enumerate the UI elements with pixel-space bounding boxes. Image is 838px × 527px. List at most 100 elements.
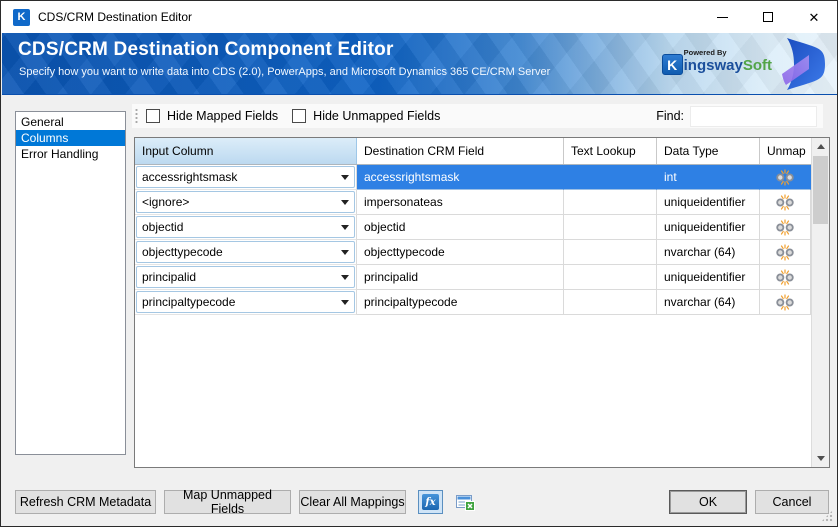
unmap-cell[interactable] <box>760 215 811 240</box>
sidebar-item-general[interactable]: General <box>16 114 125 130</box>
unmap-cell[interactable] <box>760 165 811 190</box>
destination-field-cell[interactable]: principaltypecode <box>357 290 564 315</box>
unmap-cell[interactable] <box>760 240 811 265</box>
combobox-value: principaltypecode <box>142 295 236 309</box>
mapping-grid: Input Column Destination CRM Field Text … <box>134 137 830 468</box>
input-column-cell: <ignore> <box>135 190 357 215</box>
input-column-cell: principalid <box>135 265 357 290</box>
data-type-cell: uniqueidentifier <box>657 215 760 240</box>
text-lookup-cell[interactable] <box>564 215 657 240</box>
hide-unmapped-checkbox[interactable] <box>292 109 307 123</box>
input-column-combobox[interactable]: principalid <box>136 266 355 288</box>
close-button[interactable]: ✕ <box>791 1 837 33</box>
unmap-link-icon[interactable] <box>774 168 796 186</box>
app-icon: K <box>13 8 30 26</box>
clear-all-mappings-button[interactable]: Clear All Mappings <box>299 490 406 514</box>
table-row: objectid objectid uniqueidentifier <box>135 215 811 240</box>
text-lookup-cell[interactable] <box>564 190 657 215</box>
expression-editor-button[interactable]: fx <box>418 490 443 514</box>
scrollbar-thumb[interactable] <box>813 156 828 224</box>
hide-mapped-label: Hide Mapped Fields <box>167 109 279 123</box>
unmap-link-icon[interactable] <box>774 243 796 261</box>
kingswaysoft-name: ingswaySoft <box>683 56 772 74</box>
input-column-combobox[interactable]: principaltypecode <box>136 291 355 313</box>
combobox-value: accessrightsmask <box>142 170 238 184</box>
combobox-value: <ignore> <box>142 195 190 209</box>
input-column-combobox[interactable]: objecttypecode <box>136 241 355 263</box>
text-lookup-cell[interactable] <box>564 265 657 290</box>
table-row: principalid principalid uniqueidentifier <box>135 265 811 290</box>
chevron-down-icon[interactable] <box>341 174 349 180</box>
refresh-crm-metadata-button[interactable]: Refresh CRM Metadata <box>15 490 156 514</box>
sidebar-item-columns[interactable]: Columns <box>16 130 125 146</box>
column-header-data-type[interactable]: Data Type <box>657 138 760 164</box>
unmap-cell[interactable] <box>760 265 811 290</box>
table-row: <ignore> impersonateas uniqueidentifier <box>135 190 811 215</box>
export-mappings-button[interactable] <box>452 491 478 513</box>
powered-by-label: Powered By <box>683 48 727 58</box>
unmap-cell[interactable] <box>760 290 811 315</box>
unmap-link-icon[interactable] <box>774 268 796 286</box>
input-column-cell: objecttypecode <box>135 240 357 265</box>
window-title: CDS/CRM Destination Editor <box>38 10 193 24</box>
destination-field-cell[interactable]: accessrightsmask <box>357 165 564 190</box>
input-column-cell: accessrightsmask <box>135 165 357 190</box>
unmap-link-icon[interactable] <box>774 293 796 311</box>
sidebar-item-error-handling[interactable]: Error Handling <box>16 146 125 162</box>
kingswaysoft-k-icon: K <box>661 54 683 75</box>
destination-field-cell[interactable]: principalid <box>357 265 564 290</box>
chevron-down-icon[interactable] <box>341 274 349 280</box>
page-subtitle: Specify how you want to write data into … <box>19 66 551 78</box>
unmap-link-icon[interactable] <box>774 218 796 236</box>
column-header-text-lookup[interactable]: Text Lookup <box>564 138 657 164</box>
ok-button[interactable]: OK <box>669 490 747 514</box>
chevron-down-icon[interactable] <box>341 199 349 205</box>
close-icon: ✕ <box>808 9 820 25</box>
destination-field-cell[interactable]: impersonateas <box>357 190 564 215</box>
hide-mapped-checkbox[interactable] <box>146 109 160 123</box>
minimize-button[interactable] <box>699 1 745 33</box>
find-label: Find: <box>656 109 684 123</box>
chevron-down-icon[interactable] <box>341 224 349 230</box>
destination-field-cell[interactable]: objecttypecode <box>357 240 564 265</box>
chevron-down-icon[interactable] <box>341 299 349 305</box>
text-lookup-cell[interactable] <box>564 240 657 265</box>
column-header-destination-crm-field[interactable]: Destination CRM Field <box>357 138 564 164</box>
data-type-cell: nvarchar (64) <box>657 240 760 265</box>
input-column-combobox[interactable]: <ignore> <box>136 191 355 213</box>
input-column-combobox[interactable]: accessrightsmask <box>136 166 355 188</box>
kingswaysoft-logo: K Powered By ingswaySoft <box>661 47 772 75</box>
text-lookup-cell[interactable] <box>564 165 657 190</box>
combobox-value: principalid <box>142 270 197 284</box>
table-row: principaltypecode principaltypecode nvar… <box>135 290 811 315</box>
scrollbar-up-button[interactable] <box>812 138 829 155</box>
unmap-cell[interactable] <box>760 190 811 215</box>
chevron-down-icon[interactable] <box>341 249 349 255</box>
data-type-cell: nvarchar (64) <box>657 290 760 315</box>
grid-header-row: Input Column Destination CRM Field Text … <box>135 138 811 165</box>
vertical-scrollbar[interactable] <box>811 138 829 467</box>
input-column-cell: objectid <box>135 215 357 240</box>
table-row: objecttypecode objecttypecode nvarchar (… <box>135 240 811 265</box>
destination-field-cell[interactable]: objectid <box>357 215 564 240</box>
page-title: CDS/CRM Destination Component Editor <box>18 39 394 60</box>
map-unmapped-fields-button[interactable]: Map Unmapped Fields <box>164 488 291 516</box>
column-header-input-column[interactable]: Input Column <box>135 138 357 164</box>
scrollbar-down-button[interactable] <box>812 450 829 467</box>
input-column-combobox[interactable]: objectid <box>136 216 355 238</box>
find-input[interactable] <box>690 105 817 127</box>
unmap-link-icon[interactable] <box>774 193 796 211</box>
combobox-value: objectid <box>142 220 184 234</box>
minimize-icon <box>716 16 728 18</box>
column-header-unmap[interactable]: Unmap <box>760 138 811 164</box>
input-column-cell: principaltypecode <box>135 290 357 315</box>
maximize-button[interactable] <box>745 1 791 33</box>
data-type-cell: uniqueidentifier <box>657 265 760 290</box>
maximize-icon <box>763 12 773 22</box>
cancel-button[interactable]: Cancel <box>755 490 829 514</box>
text-lookup-cell[interactable] <box>564 290 657 315</box>
title-bar: K CDS/CRM Destination Editor ✕ <box>1 1 837 33</box>
toolbar-grip-icon[interactable] <box>135 108 138 124</box>
dialog-window: K CDS/CRM Destination Editor ✕ CDS/CRM D… <box>0 0 838 527</box>
combobox-value: objecttypecode <box>142 245 223 259</box>
